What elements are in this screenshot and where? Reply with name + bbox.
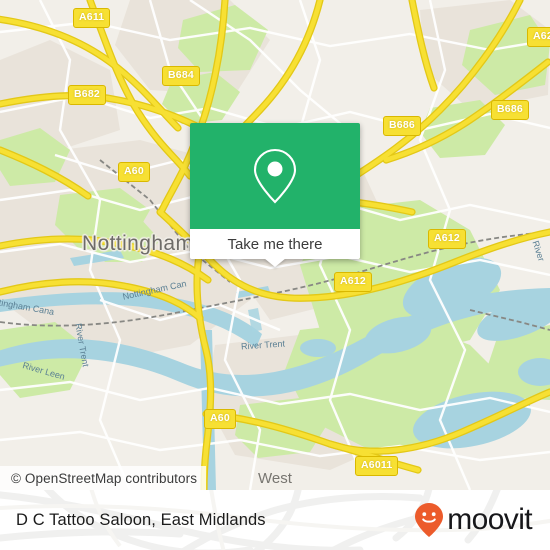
road-shield: A611: [73, 8, 111, 28]
road-shield: A62: [527, 27, 550, 47]
map-canvas[interactable]: A611 B684 B682 B686 B686 A62 A60 A612 A6…: [0, 0, 550, 490]
map-pin-icon: [253, 148, 297, 204]
road-shield: A612: [334, 272, 372, 292]
road-shield: A6011: [355, 456, 399, 476]
road-shield: B686: [491, 100, 529, 120]
popup-tail: [264, 258, 286, 267]
road-shield: B686: [383, 116, 421, 136]
popup-action[interactable]: Take me there: [190, 229, 360, 267]
road-shield: A60: [118, 162, 150, 182]
osm-attribution[interactable]: © OpenStreetMap contributors: [0, 466, 207, 490]
road-shield: B684: [162, 66, 200, 86]
moovit-wordmark: moovit: [447, 503, 532, 536]
take-me-there-label: Take me there: [227, 235, 323, 253]
place-popup[interactable]: Take me there: [190, 123, 360, 267]
moovit-smiley-pin-icon: [415, 503, 444, 537]
road-shield: A60: [204, 409, 236, 429]
footer-bar: D C Tattoo Saloon, East Midlands moovit: [0, 490, 550, 550]
osm-attribution-text: © OpenStreetMap contributors: [11, 470, 198, 486]
place-title: D C Tattoo Saloon, East Midlands: [16, 510, 266, 529]
popup-header: [190, 123, 360, 229]
moovit-logo[interactable]: moovit: [414, 502, 533, 538]
road-shield: B682: [68, 85, 106, 105]
map-screenshot: A611 B684 B682 B686 B686 A62 A60 A612 A6…: [0, 0, 550, 550]
road-shield: A612: [428, 229, 466, 249]
